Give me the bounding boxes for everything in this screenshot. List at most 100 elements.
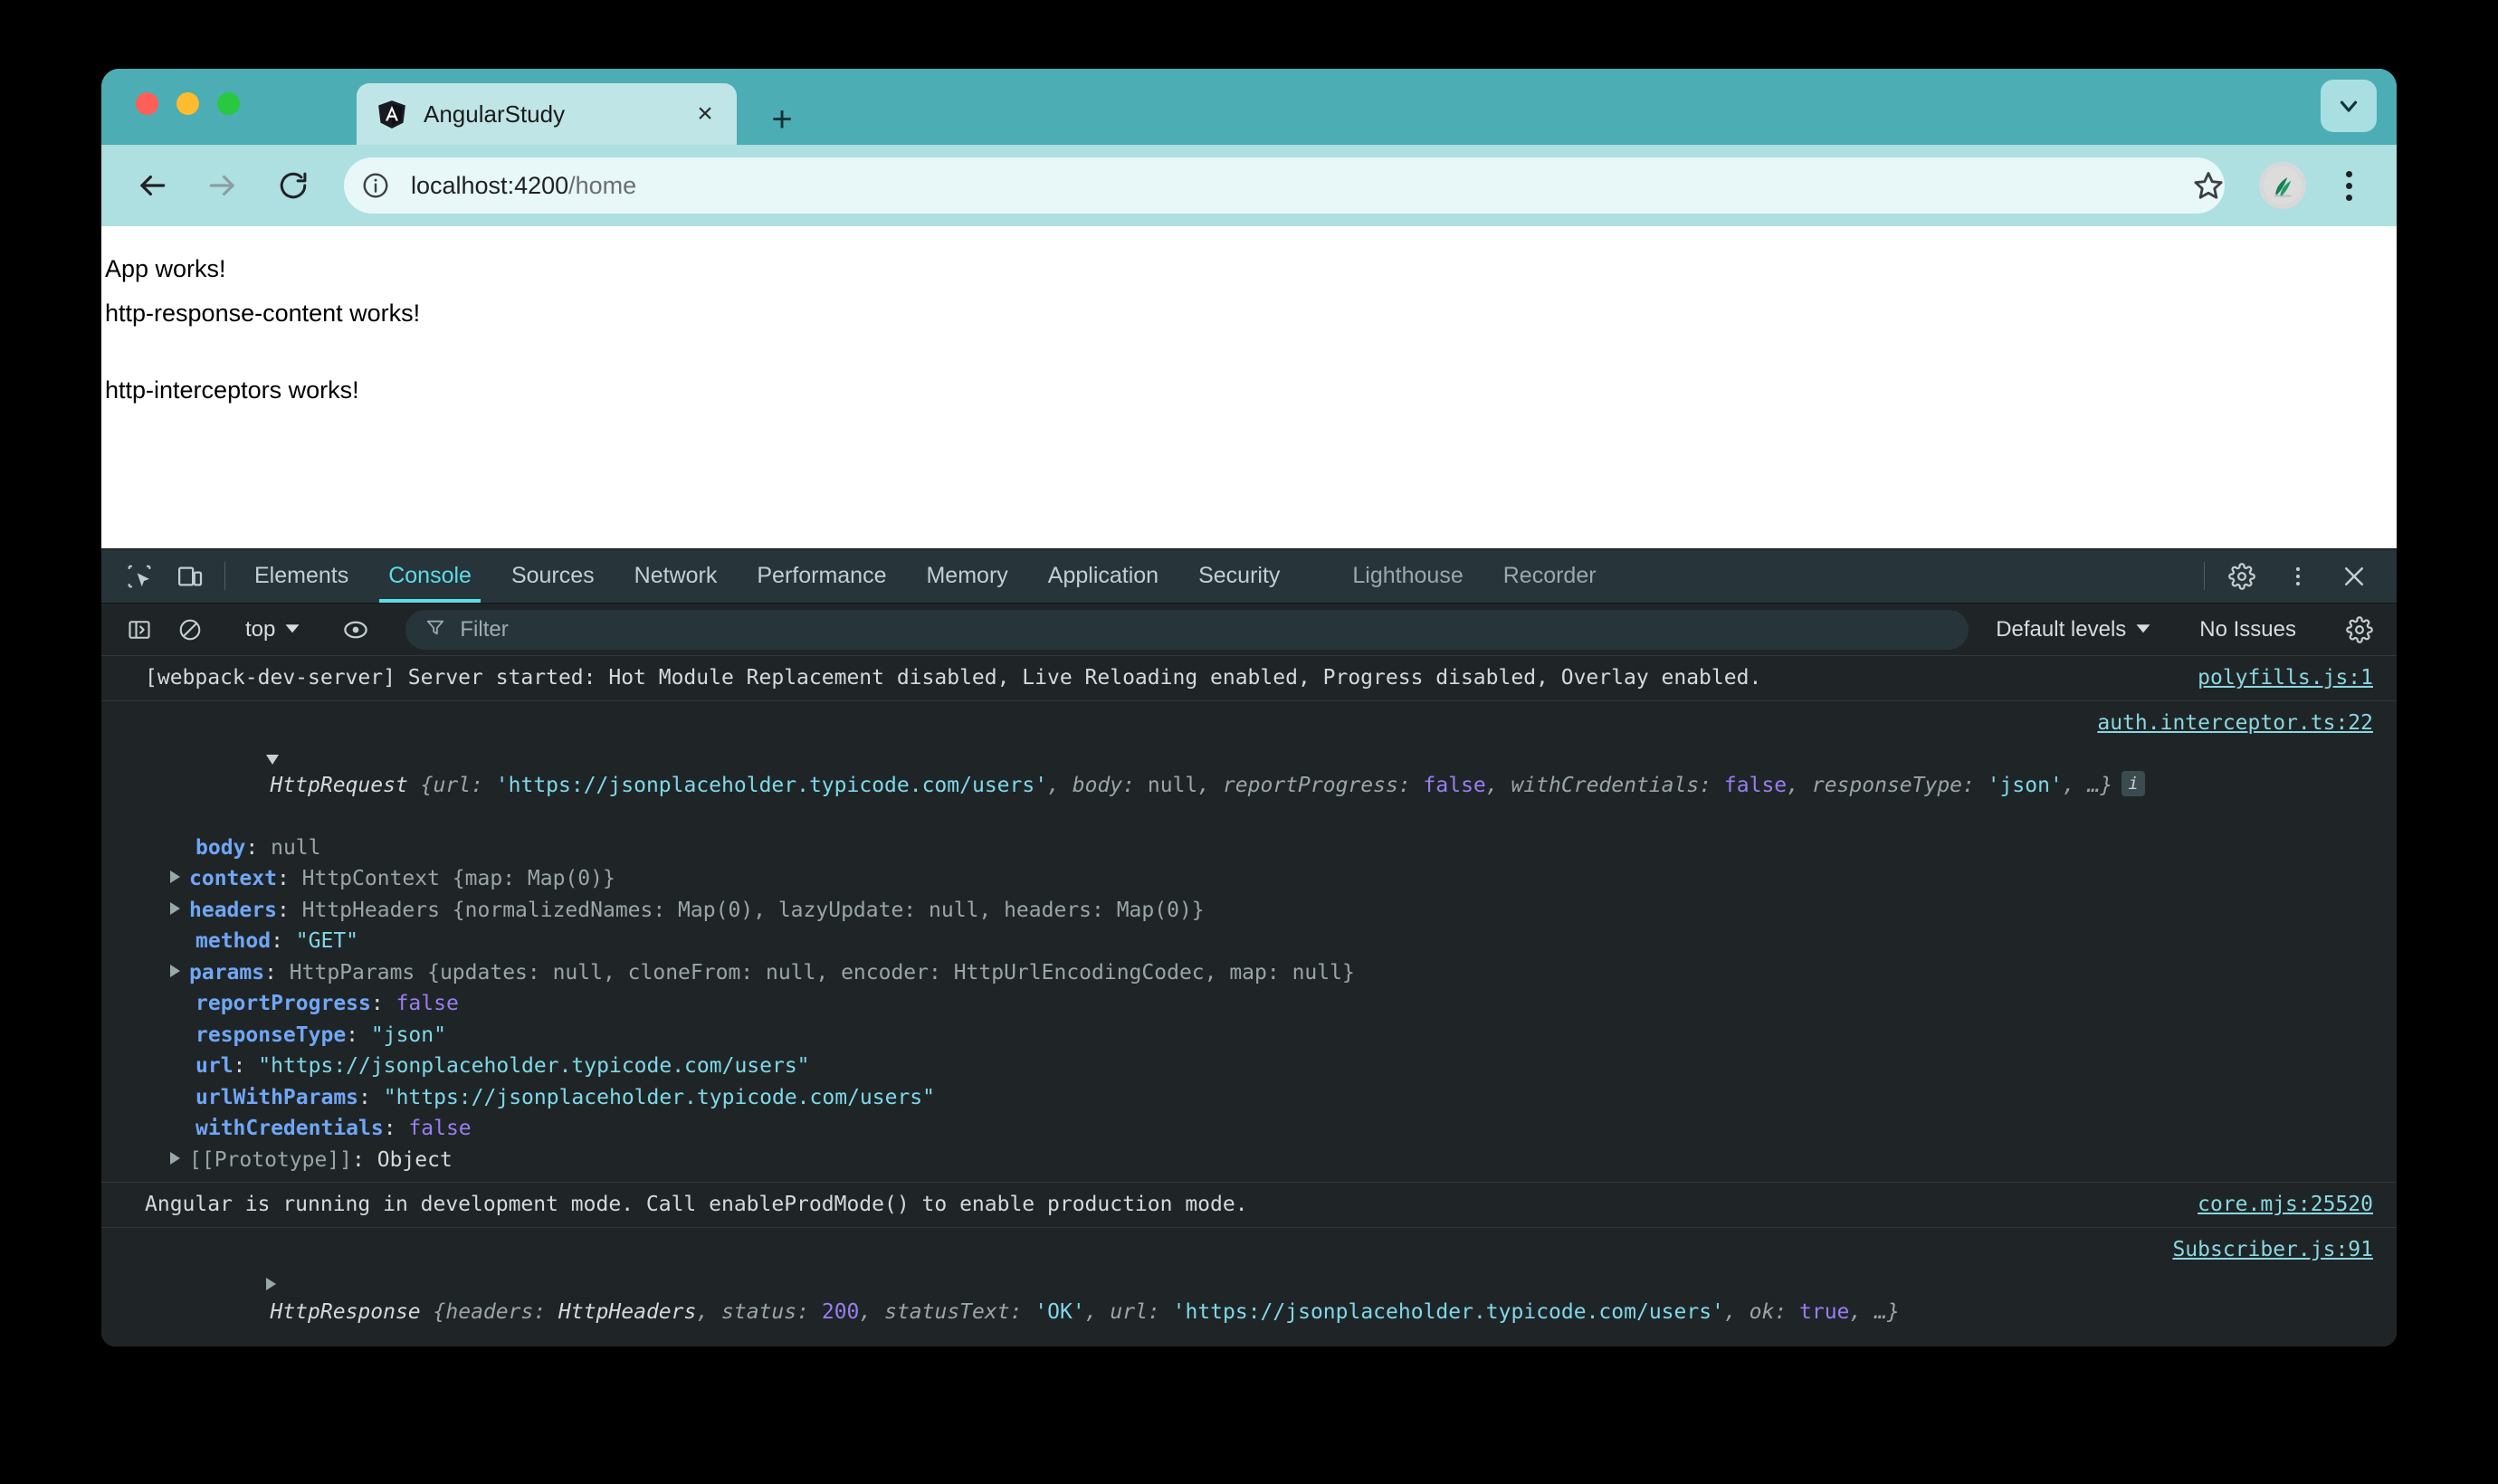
angular-logo-icon — [377, 99, 407, 129]
console-sidebar-icon[interactable] — [114, 609, 165, 651]
browser-tab-angularstudy[interactable]: AngularStudy × — [357, 83, 737, 145]
disclosure-triangle-collapsed-icon[interactable] — [170, 901, 180, 915]
property-value: "GET" — [295, 929, 359, 953]
object-property-responseType[interactable]: responseType: "json" — [145, 1020, 2397, 1051]
disclosure-triangle-collapsed-icon[interactable] — [170, 870, 180, 883]
preview-value-headers: HttpHeaders — [558, 1299, 697, 1324]
omnibox[interactable]: localhost:4200/home — [344, 157, 2225, 214]
live-expression-icon[interactable] — [330, 609, 381, 651]
console-context-selector[interactable]: top — [234, 617, 311, 642]
object-property-headers[interactable]: headers: HttpHeaders {normalizedNames: M… — [145, 895, 2397, 927]
window-maximize-button[interactable] — [217, 92, 240, 115]
tab-sources[interactable]: Sources — [491, 549, 615, 603]
chevron-down-icon — [284, 617, 300, 642]
property-name: headers — [189, 898, 277, 922]
tab-close-icon[interactable]: × — [690, 99, 720, 129]
chevron-down-icon[interactable] — [2321, 80, 2377, 132]
tab-console[interactable]: Console — [368, 549, 491, 603]
preview-value-body: null — [1147, 773, 1198, 797]
reload-icon[interactable] — [261, 153, 326, 218]
object-property-withCredentials[interactable]: withCredentials: false — [145, 1113, 2397, 1145]
console-issues-counter[interactable]: No Issues — [2183, 617, 2312, 642]
preview-key-url: url — [1110, 1299, 1148, 1324]
page-text-http-response-content: http-response-content works! — [105, 300, 421, 327]
console-message-text: [webpack-dev-server] Server started: Hot… — [145, 666, 1762, 690]
console-message-http-response[interactable]: Subscriber.js:91 HttpResponse {headers: … — [101, 1228, 2397, 1347]
tab-security[interactable]: Security — [1178, 549, 1300, 603]
toolbar-divider — [2204, 562, 2205, 590]
clear-console-icon[interactable] — [165, 609, 215, 651]
object-property-urlWithParams[interactable]: urlWithParams: "https://jsonplaceholder.… — [145, 1082, 2397, 1114]
object-property-prototype[interactable]: [[Prototype]]: Object — [145, 1145, 2397, 1176]
console-message-http-request[interactable]: auth.interceptor.ts:22 HttpRequest {url:… — [101, 701, 2397, 1183]
disclosure-triangle-collapsed-icon[interactable] — [170, 1151, 180, 1165]
tab-elements[interactable]: Elements — [234, 549, 368, 603]
property-separator: : — [358, 1085, 384, 1109]
object-constructor-name: HttpRequest — [270, 773, 408, 797]
object-property-body[interactable]: body: null — [145, 832, 2397, 864]
console-source-link[interactable]: core.mjs:25520 — [2198, 1189, 2373, 1221]
tab-application[interactable]: Application — [1028, 549, 1178, 603]
console-toolbar: top Filter Default levels No Issues — [101, 604, 2397, 656]
disclosure-triangle-expanded-icon[interactable] — [116, 715, 288, 809]
page-text-http-interceptors: http-interceptors works! — [105, 376, 359, 404]
object-property-reportProgress[interactable]: reportProgress: false — [145, 988, 2397, 1020]
console-message-text: Angular is running in development mode. … — [145, 1193, 1248, 1216]
console-message-webpack[interactable]: [webpack-dev-server] Server started: Hot… — [101, 656, 2397, 701]
tab-sources-label: Sources — [510, 563, 595, 588]
property-value: HttpHeaders {normalizedNames: Map(0), la… — [301, 898, 1205, 922]
property-separator: : — [276, 898, 302, 922]
property-value: HttpParams {updates: null, cloneFrom: nu… — [289, 960, 1355, 985]
gear-icon[interactable] — [2214, 549, 2270, 603]
tab-memory[interactable]: Memory — [906, 549, 1027, 603]
object-header-row[interactable]: HttpRequest {url: 'https://jsonplacehold… — [145, 708, 2397, 832]
console-message-list[interactable]: [webpack-dev-server] Server started: Hot… — [101, 656, 2397, 1346]
browser-navigation-bar: localhost:4200/home — [101, 145, 2397, 226]
device-toolbar-icon[interactable] — [165, 549, 215, 603]
close-icon[interactable] — [2326, 549, 2382, 603]
object-property-method[interactable]: method: "GET" — [145, 926, 2397, 957]
tab-lighthouse[interactable]: Lighthouse — [1332, 549, 1483, 603]
star-icon[interactable] — [2183, 160, 2234, 211]
gear-icon[interactable] — [2331, 615, 2388, 643]
property-value: "json" — [370, 1023, 446, 1047]
tab-performance[interactable]: Performance — [737, 549, 906, 603]
profile-avatar-icon[interactable] — [2259, 162, 2306, 209]
window-minimize-button[interactable] — [176, 92, 199, 115]
devtools-panel: Elements Console Sources Network Perform… — [101, 548, 2397, 1346]
inspect-element-icon[interactable] — [114, 549, 165, 603]
preview-value-statusText: 'OK' — [1034, 1299, 1085, 1324]
kebab-menu-icon[interactable] — [2270, 549, 2326, 603]
preview-key-body: body — [1072, 773, 1123, 797]
console-log-levels-selector[interactable]: Default levels — [1983, 617, 2164, 642]
console-filter-input[interactable]: Filter — [405, 609, 1969, 650]
console-info-badge[interactable]: i — [2121, 770, 2145, 796]
new-tab-button[interactable]: + — [762, 100, 802, 139]
object-property-url[interactable]: url: "https://jsonplaceholder.typicode.c… — [145, 1051, 2397, 1082]
disclosure-triangle-collapsed-icon[interactable] — [170, 964, 180, 977]
property-value: "https://jsonplaceholder.typicode.com/us… — [383, 1085, 935, 1109]
kebab-menu-icon[interactable] — [2324, 158, 2373, 213]
console-source-link[interactable]: polyfills.js:1 — [2198, 662, 2373, 694]
console-message-angular-dev-mode[interactable]: Angular is running in development mode. … — [101, 1183, 2397, 1228]
devtools-tabbar: Elements Console Sources Network Perform… — [101, 549, 2397, 604]
preview-key-headers: headers — [445, 1299, 534, 1324]
tab-recorder[interactable]: Recorder — [1483, 549, 1616, 603]
property-name: context — [189, 867, 277, 890]
object-header-row[interactable]: HttpResponse {headers: HttpHeaders, stat… — [145, 1234, 2397, 1347]
object-property-context[interactable]: context: HttpContext {map: Map(0)} — [145, 863, 2397, 895]
back-arrow-icon[interactable] — [119, 153, 185, 218]
object-property-params[interactable]: params: HttpParams {updates: null, clone… — [145, 957, 2397, 989]
tab-strip: AngularStudy × + — [101, 69, 2397, 145]
property-value: null — [271, 835, 321, 860]
property-name: responseType — [195, 1023, 347, 1047]
disclosure-triangle-collapsed-icon[interactable] — [116, 1240, 285, 1334]
preview-key-withCredentials: withCredentials — [1511, 773, 1700, 797]
window-close-button[interactable] — [136, 92, 158, 115]
url-path: /home — [568, 171, 637, 199]
property-separator: : — [233, 1054, 259, 1078]
info-circle-icon[interactable] — [355, 165, 396, 206]
omnibox-url-text: localhost:4200/home — [411, 172, 636, 200]
tab-network[interactable]: Network — [615, 549, 738, 603]
property-name: [[Prototype]] — [189, 1147, 353, 1172]
